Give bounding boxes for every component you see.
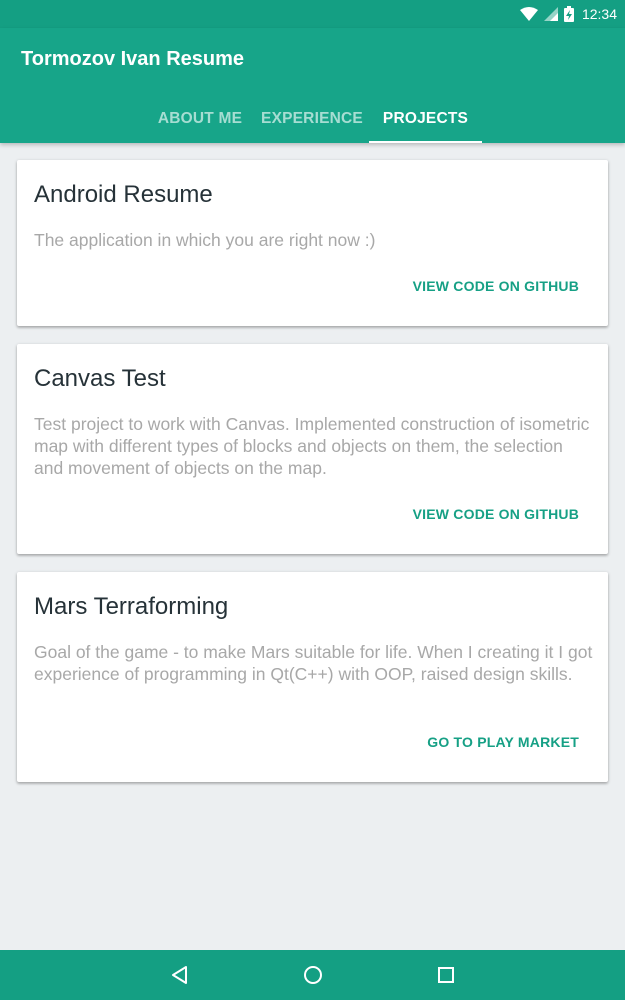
back-icon[interactable] [168,963,192,987]
project-card: Android Resume The application in which … [17,160,608,326]
project-title: Mars Terraforming [34,593,229,620]
tab-projects[interactable]: PROJECTS [369,95,482,143]
project-description: The application in which you are right n… [34,230,376,250]
app-title: Tormozov Ivan Resume [21,48,245,70]
project-title: Android Resume [34,181,213,208]
tab-label: EXPERIENCE [261,110,363,127]
project-card: Mars Terraforming Goal of the game - to … [17,572,608,782]
signal-icon [543,7,558,21]
navigation-bar [0,950,625,1000]
battery-charging-icon [563,6,574,22]
tab-active-indicator [369,141,482,143]
project-card: Canvas Test Test project to work with Ca… [17,344,608,554]
home-icon[interactable] [301,963,325,987]
project-description: Test project to work with Canvas. Implem… [34,414,590,478]
tab-experience[interactable]: EXPERIENCE [255,95,369,143]
wifi-icon [519,7,538,21]
project-title: Canvas Test [34,365,166,392]
view-code-github-button[interactable]: VIEW CODE ON GITHUB [413,278,579,294]
play-market-button[interactable]: GO TO PLAY MARKET [427,734,579,750]
project-description: Goal of the game - to make Mars suitable… [34,642,593,684]
tab-about-me[interactable]: ABOUT ME [145,95,255,143]
tab-bar: ABOUT ME EXPERIENCE PROJECTS [0,95,625,143]
status-clock: 12:34 [581,6,617,22]
recents-icon[interactable] [434,963,458,987]
view-code-github-button[interactable]: VIEW CODE ON GITHUB [413,506,579,522]
status-bar: 12:34 [0,0,625,28]
tab-label: ABOUT ME [157,110,243,127]
app-bar: Tormozov Ivan Resume ABOUT ME EXPERIENCE… [0,28,625,143]
tab-label: PROJECTS [382,110,469,127]
